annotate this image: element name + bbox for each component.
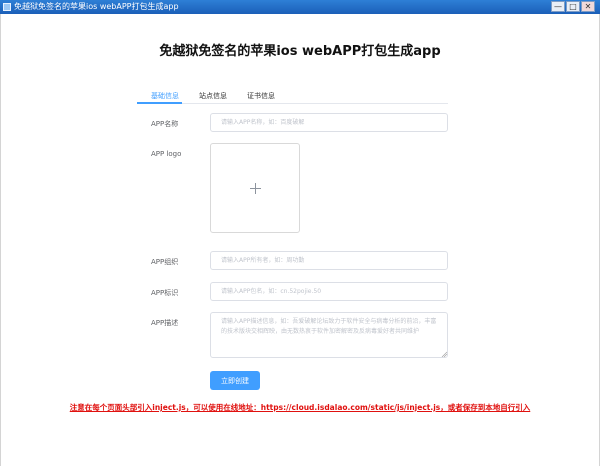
app-id-input[interactable] (210, 282, 448, 301)
tab-site-info[interactable]: 站点信息 (199, 91, 227, 101)
app-id-label: APP标识 (151, 289, 179, 297)
tab-cert-info[interactable]: 证书信息 (247, 91, 275, 101)
app-icon (3, 3, 11, 11)
logo-uploader[interactable] (210, 143, 300, 233)
app-logo-label: APP logo (151, 150, 182, 158)
app-name-input[interactable] (210, 113, 448, 132)
tab-divider (137, 103, 448, 104)
app-desc-label: APP描述 (151, 319, 179, 327)
plus-icon (250, 183, 261, 194)
app-org-label: APP组织 (151, 258, 179, 266)
inject-notice: 注意在每个页面头部引入inject.js，可以使用在线地址：https://cl… (69, 403, 531, 412)
close-button[interactable]: ✕ (581, 1, 595, 12)
app-desc-textarea[interactable] (210, 312, 448, 358)
tab-basic-info[interactable]: 基础信息 (151, 91, 179, 101)
app-name-label: APP名称 (151, 120, 179, 128)
window-titlebar[interactable]: 免越狱免签名的苹果ios webAPP打包生成app — □ ✕ (0, 0, 600, 14)
tab-active-indicator (137, 102, 182, 104)
maximize-button[interactable]: □ (566, 1, 580, 12)
page-title: 免越狱免签名的苹果ios webAPP打包生成app (159, 44, 441, 59)
client-area (0, 14, 600, 466)
app-org-input[interactable] (210, 251, 448, 270)
minimize-button[interactable]: — (551, 1, 565, 12)
resize-handle-icon[interactable] (441, 351, 447, 357)
create-button[interactable]: 立即创建 (210, 371, 260, 390)
window-title: 免越狱免签名的苹果ios webAPP打包生成app (14, 2, 179, 11)
